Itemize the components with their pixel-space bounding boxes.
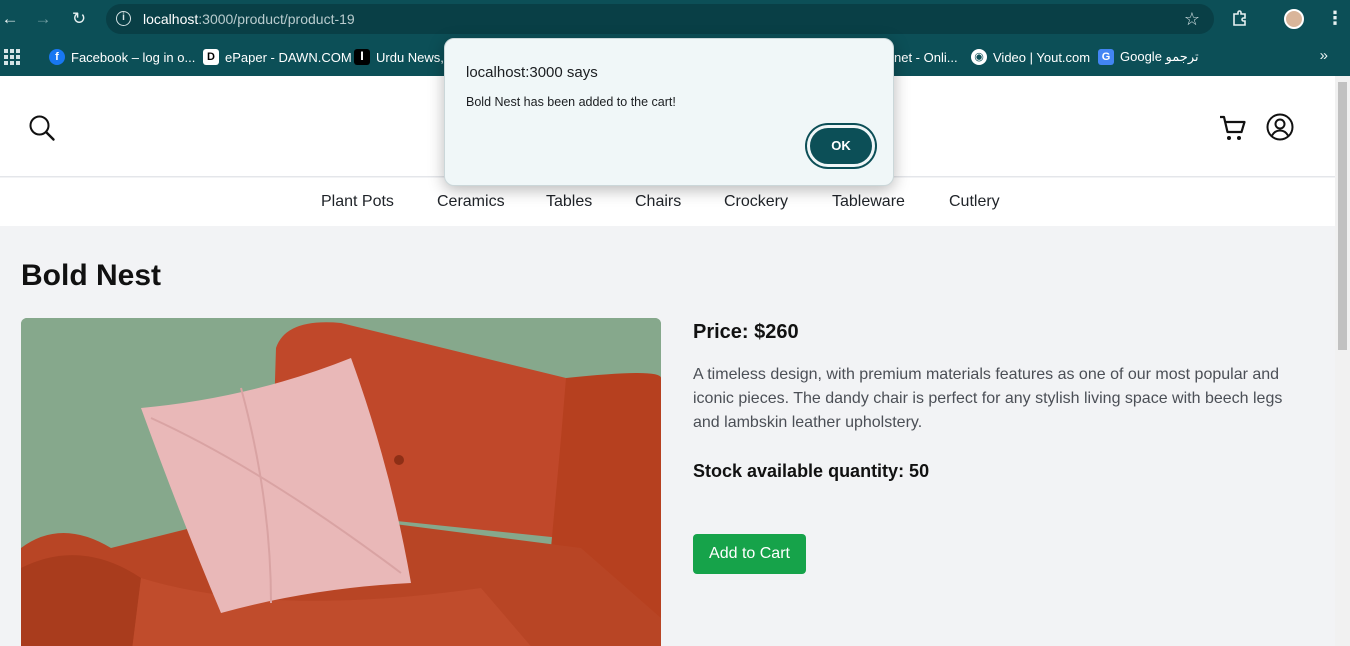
bookmark-label: Facebook – log in o... — [71, 49, 196, 65]
product-description: A timeless design, with premium material… — [693, 366, 1283, 431]
browser-toolbar: ← → ↻ i localhost:3000/product/product-1… — [0, 0, 1350, 38]
more-bookmarks-icon[interactable]: » — [1320, 47, 1328, 64]
browser-menu-icon[interactable]: ⋮ — [1326, 8, 1344, 28]
reload-icon[interactable]: ↻ — [69, 9, 89, 29]
alert-dialog: localhost:3000 says Bold Nest has been a… — [444, 38, 894, 186]
nav-plant-pots[interactable]: Plant Pots — [321, 193, 394, 211]
bookmark-label: Google ترجمو — [1120, 49, 1199, 64]
nav-tables[interactable]: Tables — [546, 193, 592, 211]
product-title: Bold Nest — [21, 259, 162, 292]
bookmark-google-translate[interactable]: G Google ترجمو — [1098, 48, 1199, 66]
back-arrow-icon[interactable]: ← — [0, 9, 20, 29]
nav-ceramics[interactable]: Ceramics — [437, 193, 505, 211]
ok-button[interactable]: OK — [807, 125, 875, 167]
bookmark-net-online[interactable]: net - Onli... — [894, 48, 958, 66]
site-info-icon[interactable]: i — [116, 11, 131, 26]
address-bar[interactable]: i localhost:3000/product/product-19 ☆ — [106, 4, 1214, 34]
dialog-title: localhost:3000 says — [466, 64, 598, 81]
bookmark-video[interactable]: ◉ Video | Yout.com — [971, 48, 1090, 66]
url-host: localhost — [143, 11, 199, 27]
bookmark-dawn[interactable]: D ePaper - DAWN.COM — [203, 48, 352, 66]
dialog-message: Bold Nest has been added to the cart! — [466, 95, 676, 109]
google-translate-icon: G — [1098, 49, 1114, 65]
nav-chairs[interactable]: Chairs — [635, 193, 681, 211]
profile-avatar[interactable] — [1284, 9, 1304, 29]
bookmark-star-icon[interactable]: ☆ — [1184, 9, 1200, 30]
urdu-news-icon: ا — [354, 49, 370, 65]
bookmark-facebook[interactable]: f Facebook – log in o... — [49, 48, 195, 66]
scrollbar-thumb[interactable] — [1338, 82, 1347, 350]
nav-crockery[interactable]: Crockery — [724, 193, 788, 211]
nav-tableware[interactable]: Tableware — [832, 193, 905, 211]
dawn-icon: D — [203, 49, 219, 65]
user-account-icon[interactable] — [1265, 112, 1295, 142]
cart-icon[interactable] — [1218, 113, 1248, 143]
video-icon: ◉ — [971, 49, 987, 65]
page-scrollbar[interactable] — [1335, 76, 1350, 646]
stock-quantity: Stock available quantity: 50 — [693, 461, 930, 481]
facebook-icon: f — [49, 49, 65, 65]
product-image — [21, 318, 661, 646]
url-path: :3000/product/product-19 — [198, 11, 355, 27]
bookmark-urdu-news[interactable]: ا Urdu News, I — [354, 48, 451, 66]
bookmark-label: Urdu News, I — [376, 49, 452, 65]
bookmark-label: net - Onli... — [894, 49, 958, 65]
extensions-puzzle-icon[interactable] — [1231, 9, 1249, 32]
nav-cutlery[interactable]: Cutlery — [949, 193, 1000, 211]
add-to-cart-button[interactable]: Add to Cart — [693, 534, 806, 574]
bookmark-label: Video | Yout.com — [993, 49, 1091, 65]
forward-arrow-icon[interactable]: → — [33, 9, 53, 29]
url-text[interactable]: localhost:3000/product/product-19 — [143, 11, 355, 27]
product-price: Price: $260 — [693, 321, 799, 343]
apps-grid-icon[interactable] — [4, 49, 20, 65]
bookmark-label: ePaper - DAWN.COM — [225, 49, 352, 65]
search-icon[interactable] — [28, 114, 56, 142]
